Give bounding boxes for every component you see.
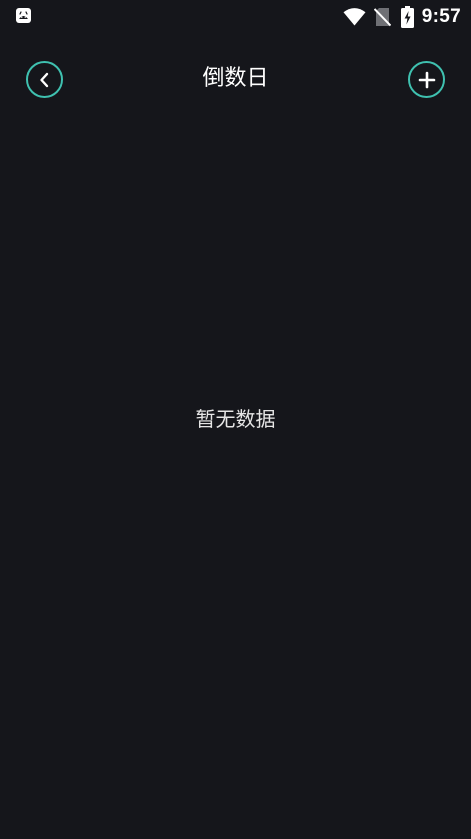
status-icons: 9:57 <box>343 4 461 30</box>
android-notification-icon <box>16 8 31 23</box>
wifi-icon <box>343 8 366 26</box>
status-bar: 9:57 <box>0 0 471 34</box>
no-sim-icon <box>373 7 391 27</box>
header: 倒数日 <box>0 56 471 102</box>
page-title: 倒数日 <box>202 66 269 91</box>
add-button[interactable] <box>408 61 445 98</box>
plus-icon <box>418 71 436 89</box>
chevron-left-icon <box>38 72 52 88</box>
empty-state-text: 暂无数据 <box>195 407 276 431</box>
status-time: 9:57 <box>421 6 461 27</box>
battery-charging-icon <box>400 6 414 28</box>
back-button[interactable] <box>26 61 63 98</box>
